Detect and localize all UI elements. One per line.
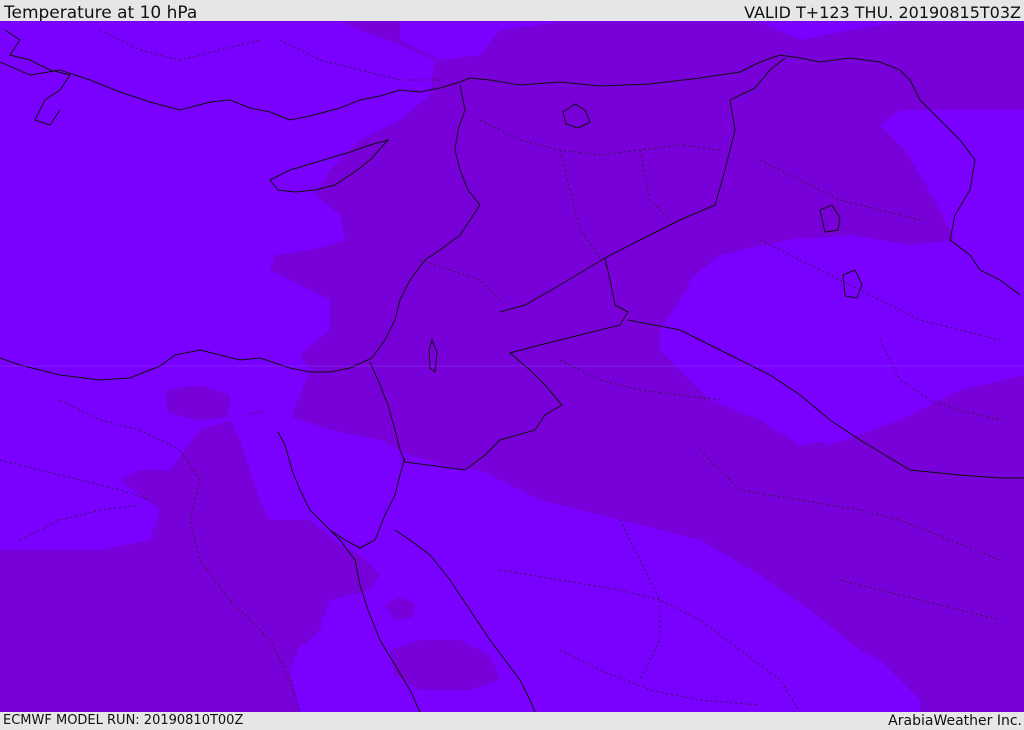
credit: ArabiaWeather Inc. (888, 713, 1022, 729)
weather-map (0, 21, 1024, 712)
map-panel (0, 21, 1024, 712)
map-title: Temperature at 10 hPa (4, 3, 198, 23)
footer-bar: ECMWF MODEL RUN: 20190810T00Z ArabiaWeat… (0, 712, 1024, 729)
model-run: ECMWF MODEL RUN: 20190810T00Z (3, 713, 244, 728)
header-bar: Temperature at 10 hPa VALID T+123 THU. 2… (0, 0, 1024, 23)
valid-time: VALID T+123 THU. 20190815T03Z (744, 3, 1021, 22)
